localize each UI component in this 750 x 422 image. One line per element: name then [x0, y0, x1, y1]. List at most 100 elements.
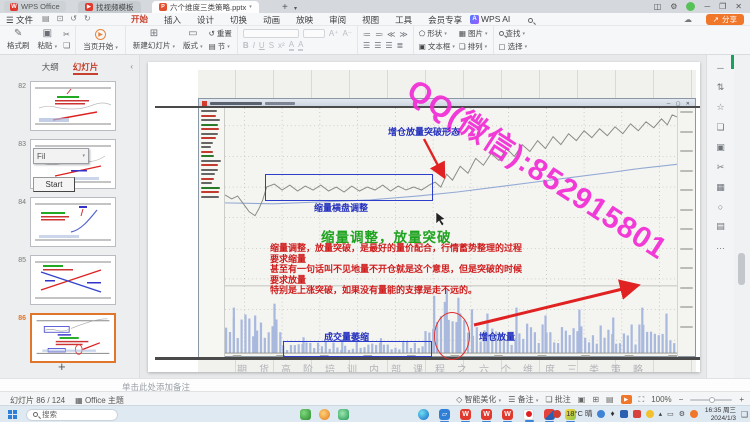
- current-slide[interactable]: ─ ▢ ✕ QQ(微信):852915801 增仓放量突破形态 缩量横盘调整 成…: [148, 62, 700, 372]
- notes-button[interactable]: ☰ 备注 ▾: [508, 394, 538, 405]
- settings-tray-icon[interactable]: ⚙: [679, 410, 685, 418]
- restore-button[interactable]: ❐: [719, 2, 726, 11]
- account-avatar[interactable]: [686, 2, 695, 11]
- tray-app-icon-3[interactable]: [646, 410, 654, 418]
- temperature-label[interactable]: 18°C 晴: [566, 408, 592, 419]
- sync-icon[interactable]: ⇅: [717, 82, 725, 93]
- chart-panel-icon[interactable]: ▤: [716, 221, 725, 232]
- add-slide-button[interactable]: +: [58, 359, 66, 374]
- menu-item-7[interactable]: 视图: [361, 13, 380, 27]
- new-tab-button[interactable]: +: [282, 2, 288, 13]
- copy-icon[interactable]: ❏: [63, 41, 70, 50]
- theme-button[interactable]: ▦ Office 主题: [75, 395, 124, 406]
- undo-icon[interactable]: ↺: [70, 14, 77, 23]
- arrange-button[interactable]: ❏排列 ▾: [459, 41, 488, 52]
- thumbnail-image[interactable]: [30, 313, 116, 363]
- recorder-app-icon[interactable]: [523, 409, 534, 420]
- wps-ai-button[interactable]: A WPS AI: [470, 14, 510, 24]
- tab-list-caret-icon[interactable]: ▾: [294, 5, 297, 12]
- star-icon[interactable]: ☆: [716, 102, 724, 113]
- wps-presentation-icon[interactable]: W: [481, 409, 492, 420]
- cut-icon[interactable]: ✂: [63, 30, 70, 39]
- start-button[interactable]: [8, 410, 17, 419]
- zoom-out-button[interactable]: −: [679, 395, 684, 404]
- image-panel-icon[interactable]: ▣: [716, 142, 725, 153]
- decrease-font-icon[interactable]: A⁻: [342, 29, 352, 38]
- widget-icon-3[interactable]: [338, 409, 349, 420]
- thumbnail-image[interactable]: [30, 81, 116, 131]
- cloud-sync-icon[interactable]: ☁: [684, 15, 692, 24]
- align-right-icon[interactable]: ☰: [385, 41, 392, 50]
- widget-icon-1[interactable]: [300, 409, 311, 420]
- line-spacing-icon[interactable]: ≣: [397, 41, 404, 50]
- thumbnail-image[interactable]: [30, 255, 116, 305]
- redo-icon[interactable]: ↻: [84, 14, 91, 23]
- minimize-button[interactable]: ─: [704, 2, 710, 11]
- menu-item-9[interactable]: 会员专享: [427, 13, 463, 27]
- file-explorer-icon[interactable]: ▱: [439, 409, 450, 420]
- taskbar-clock[interactable]: 16:35 周三 2024/1/3: [705, 407, 736, 422]
- highlight-color-button[interactable]: A: [298, 40, 303, 51]
- grid-panel-icon[interactable]: ▦: [716, 182, 725, 193]
- save-icon[interactable]: ▤: [42, 14, 50, 23]
- tray-app-icon-2[interactable]: [633, 410, 641, 418]
- beautify-button[interactable]: ◇ 智能美化 ▾: [456, 394, 501, 405]
- share-button[interactable]: ↗ 分享: [706, 14, 744, 25]
- menu-item-5[interactable]: 放映: [295, 13, 314, 27]
- menu-item-3[interactable]: 切换: [229, 13, 248, 27]
- menu-item-8[interactable]: 工具: [394, 13, 413, 27]
- font-size-select[interactable]: [303, 29, 325, 38]
- notification-center-icon[interactable]: ❑: [741, 410, 748, 419]
- settings-gear-icon[interactable]: ⚙: [670, 2, 677, 11]
- close-button[interactable]: ✕: [735, 2, 742, 11]
- section-button[interactable]: ▤节 ▾: [209, 41, 232, 52]
- wps-home-button[interactable]: W WPS Office: [4, 1, 66, 12]
- bold-button[interactable]: B: [243, 41, 249, 50]
- menu-item-1[interactable]: 插入: [163, 13, 182, 27]
- bullet-list-icon[interactable]: ≔: [363, 30, 371, 39]
- taskbar-search[interactable]: 搜索: [26, 409, 118, 421]
- recorder-start-button[interactable]: Start: [33, 177, 75, 192]
- weather-icon[interactable]: [553, 410, 561, 418]
- fit-window-icon[interactable]: ⛶: [639, 395, 645, 405]
- menu-item-2[interactable]: 设计: [196, 13, 215, 27]
- slide-canvas[interactable]: ─ ▢ ✕ QQ(微信):852915801 增仓放量突破形态 缩量横盘调整 成…: [140, 55, 706, 378]
- select-button[interactable]: ▢选择 ▾: [499, 41, 528, 52]
- history-icon[interactable]: ○: [718, 202, 723, 212]
- indent-right-icon[interactable]: ≫: [399, 30, 407, 39]
- number-list-icon[interactable]: ≕: [375, 30, 383, 39]
- tab-doc-caret-icon[interactable]: ▾: [249, 4, 252, 10]
- tab-current-doc[interactable]: P 六个维度三类策略.pptx ▾: [152, 1, 259, 13]
- textbox-button[interactable]: ▣文本框 ▾: [419, 41, 455, 52]
- zoom-in-button[interactable]: +: [739, 395, 744, 404]
- scrollbar-thumb[interactable]: [738, 253, 745, 285]
- menu-item-4[interactable]: 动画: [262, 13, 281, 27]
- play-from-page-button[interactable]: ▶当页开始 ▾: [81, 29, 120, 52]
- tray-app-icon-4[interactable]: [690, 410, 698, 418]
- align-center-icon[interactable]: ☰: [374, 41, 381, 50]
- normal-view-icon[interactable]: ▣: [578, 395, 586, 404]
- superscript-button[interactable]: x²: [278, 41, 285, 50]
- edge-browser-icon[interactable]: [418, 409, 429, 420]
- slide-thumbnail-82[interactable]: 82: [0, 81, 140, 131]
- recorder-file-field[interactable]: Fil▾: [33, 148, 89, 164]
- comments-button[interactable]: ❏ 批注: [545, 394, 570, 405]
- zoom-slider-knob[interactable]: [709, 397, 715, 403]
- reset-button[interactable]: ↺重置: [209, 28, 232, 39]
- more-icon[interactable]: …: [716, 241, 725, 251]
- tray-app-icon-1[interactable]: [620, 410, 628, 418]
- sorter-view-icon[interactable]: ⊞: [592, 395, 599, 404]
- search-icon[interactable]: [528, 15, 533, 25]
- slide-thumbnail-86-selected[interactable]: 86: [0, 313, 140, 363]
- slideshow-play-button[interactable]: ▶: [621, 395, 632, 404]
- copy-panel-icon[interactable]: ❏: [716, 122, 724, 133]
- cloud-tray-icon[interactable]: [597, 410, 605, 418]
- strikethrough-button[interactable]: S: [269, 41, 274, 50]
- collapse-rail-icon[interactable]: ─: [717, 63, 723, 73]
- shapes-button[interactable]: ⬠形状 ▾: [419, 28, 455, 39]
- collapse-panel-icon[interactable]: ‹: [130, 62, 133, 71]
- slide-thumbnail-84[interactable]: 84: [0, 197, 140, 247]
- paste-button[interactable]: ▣粘贴 ▾: [36, 29, 60, 51]
- hidden-icons-chevron[interactable]: ▴: [659, 410, 663, 418]
- tab-slides[interactable]: 幻灯片: [73, 61, 99, 75]
